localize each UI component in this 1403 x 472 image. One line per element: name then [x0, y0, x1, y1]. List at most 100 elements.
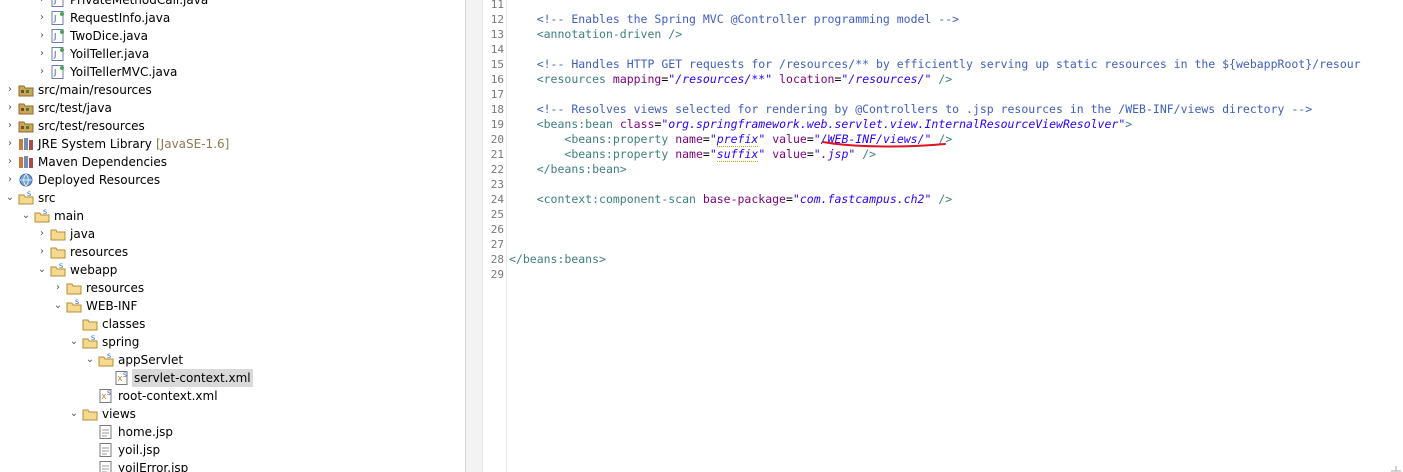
code-line[interactable]: <!-- Resolves views selected for renderi…: [509, 102, 1312, 117]
collapse-chevron-icon[interactable]: ⌄: [20, 207, 32, 225]
expand-chevron-icon[interactable]: ›: [36, 45, 48, 63]
line-number: 26: [490, 223, 504, 236]
expand-chevron-icon[interactable]: ›: [36, 225, 48, 243]
code-line[interactable]: <!-- Enables the Spring MVC @Controller …: [509, 12, 959, 27]
code-line[interactable]: <annotation-driven />: [509, 27, 682, 42]
expand-chevron-icon[interactable]: ›: [4, 171, 16, 189]
collapse-chevron-icon[interactable]: ⌄: [36, 261, 48, 279]
tree-item[interactable]: ⌄ Swebapp: [0, 261, 465, 279]
line-number: 13: [490, 28, 504, 41]
jsp-icon: [98, 443, 114, 457]
expand-chevron-icon[interactable]: ›: [36, 27, 48, 45]
tree-item[interactable]: › resources: [0, 243, 465, 261]
tree-item[interactable]: ⌄ views: [0, 405, 465, 423]
line-number: 15: [490, 58, 504, 71]
tree-item[interactable]: › Maven Dependencies: [0, 153, 465, 171]
svg-text:S: S: [59, 263, 63, 270]
tree-item[interactable]: › J RequestInfo.java: [0, 9, 465, 27]
tree-item[interactable]: ⌄ Ssrc: [0, 189, 465, 207]
tree-item[interactable]: › J YoilTellerMVC.java: [0, 63, 465, 81]
expand-chevron-icon[interactable]: ›: [4, 135, 16, 153]
tree-item[interactable]: › Deployed Resources: [0, 171, 465, 189]
tree-item[interactable]: › resources: [0, 279, 465, 297]
expand-chevron-icon[interactable]: ›: [4, 117, 16, 135]
tree-item[interactable]: ⌄ SappServlet: [0, 351, 465, 369]
tree-item[interactable]: classes: [0, 315, 465, 333]
tree-item-label: TwoDice.java: [70, 29, 149, 43]
code-line[interactable]: <context:component-scan base-package="co…: [509, 192, 953, 207]
line-number: 14: [490, 43, 504, 56]
xml-icon: XS: [98, 389, 114, 403]
jsp-icon: [98, 425, 114, 439]
tree-item-label: resources: [86, 281, 145, 295]
library-icon: [18, 137, 34, 151]
view-divider[interactable]: [465, 0, 483, 472]
expand-chevron-icon[interactable]: ›: [36, 243, 48, 261]
tree-item[interactable]: yoil.jsp: [0, 441, 465, 459]
tree-item[interactable]: ⌄ S WEB-INF: [0, 297, 465, 315]
expand-chevron-icon[interactable]: ›: [4, 81, 16, 99]
line-number: 25: [490, 208, 504, 221]
tree-item[interactable]: home.jsp: [0, 423, 465, 441]
svg-text:J: J: [53, 68, 56, 77]
tree-item[interactable]: › src/main/resources: [0, 81, 465, 99]
line-number: 17: [490, 88, 504, 101]
tree-item[interactable]: › JRE System Library [JavaSE-1.6]: [0, 135, 465, 153]
java-icon: J: [50, 65, 66, 79]
tree-item[interactable]: ⌄ Smain: [0, 207, 465, 225]
collapse-chevron-icon[interactable]: ⌄: [68, 333, 80, 351]
tree-item[interactable]: › J PrivateMethodCall.java: [0, 0, 465, 9]
expand-chevron-icon[interactable]: ›: [4, 153, 16, 171]
line-number: 29: [490, 268, 504, 281]
code-line[interactable]: </beans:beans>: [509, 252, 606, 267]
expand-chevron-icon[interactable]: ›: [4, 99, 16, 117]
tree-item[interactable]: › J TwoDice.java: [0, 27, 465, 45]
tree-item-label: resources: [70, 245, 129, 259]
code-line[interactable]: </beans:bean>: [509, 162, 627, 177]
tree-item-label: views: [102, 407, 136, 421]
collapse-chevron-icon[interactable]: ⌄: [52, 297, 64, 315]
folder-icon: [82, 407, 98, 421]
tree-item[interactable]: › src/test/resources: [0, 117, 465, 135]
expand-chevron-icon[interactable]: ›: [52, 279, 64, 297]
xml-editor[interactable]: 11 12 13 14 15 16 17 18 19 20 21 22 23 24 25 26 27 28 29 <…: [483, 0, 1403, 472]
tree-item[interactable]: › java: [0, 225, 465, 243]
svg-text:S: S: [107, 353, 111, 360]
line-number: 28: [490, 253, 504, 266]
library-icon: [18, 155, 34, 169]
expand-chevron-icon[interactable]: ›: [36, 9, 48, 27]
code-line[interactable]: <beans:property name="suffix" value=".js…: [509, 147, 876, 162]
tree-item-label: classes: [102, 317, 146, 331]
collapse-chevron-icon[interactable]: ⌄: [4, 189, 16, 207]
java-icon: J: [50, 11, 66, 25]
line-number: 18: [490, 103, 504, 116]
folder-icon: [82, 317, 98, 331]
folder-icon: [66, 281, 82, 295]
svg-text:S: S: [75, 299, 79, 306]
xml-icon: XS: [114, 371, 130, 385]
svg-text:S: S: [123, 372, 127, 379]
line-number: 27: [490, 238, 504, 251]
tree-item[interactable]: X Sroot-context.xml: [0, 387, 465, 405]
folder-icon: [50, 227, 66, 241]
code-line[interactable]: <beans:bean class="org.springframework.w…: [509, 117, 1133, 132]
collapse-chevron-icon[interactable]: ⌄: [68, 405, 80, 423]
svg-text:S: S: [91, 335, 95, 342]
code-line[interactable]: <resources mapping="/resources/**" locat…: [509, 72, 953, 87]
line-number: 20: [490, 133, 504, 146]
tree-item[interactable]: ⌄ Sspring: [0, 333, 465, 351]
svg-text:S: S: [43, 209, 47, 216]
line-number: 21: [490, 148, 504, 161]
tree-item[interactable]: › src/test/java: [0, 99, 465, 117]
tree-item[interactable]: yoilError.jsp: [0, 459, 465, 472]
collapse-chevron-icon[interactable]: ⌄: [84, 351, 96, 369]
svg-text:J: J: [53, 0, 56, 5]
tree-item[interactable]: X Sservlet-context.xml: [0, 369, 465, 387]
tree-item-label: Deployed Resources: [38, 173, 161, 187]
tree-item[interactable]: › J YoilTeller.java: [0, 45, 465, 63]
expand-chevron-icon[interactable]: ›: [36, 0, 48, 9]
code-line[interactable]: <!-- Handles HTTP GET requests for /reso…: [509, 57, 1361, 72]
line-number: 23: [490, 178, 504, 191]
svg-text:J: J: [53, 50, 56, 59]
expand-chevron-icon[interactable]: ›: [36, 63, 48, 81]
